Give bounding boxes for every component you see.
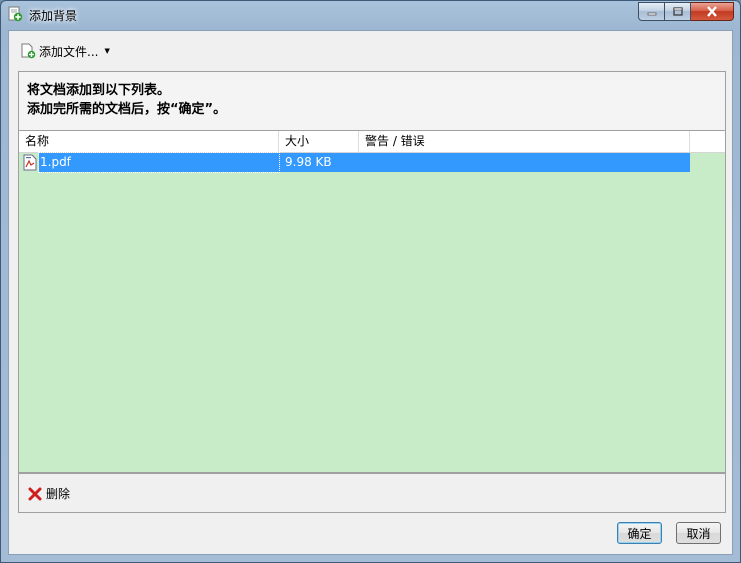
toolbar: 添加文件... ▼	[9, 31, 732, 69]
delete-icon	[28, 487, 42, 500]
file-name: 1.pdf	[38, 152, 280, 173]
pdf-file-icon	[23, 154, 37, 171]
add-background-dialog: 添加背景 添加文件... ▼ 将文档添加到以下列表。 添加完所需的文档后，按“确…	[0, 0, 741, 563]
instruction-line-1: 将文档添加到以下列表。	[27, 83, 171, 98]
add-files-button[interactable]: 添加文件... ▼	[20, 41, 110, 61]
chevron-down-icon[interactable]: ▼	[104, 47, 109, 55]
list-header: 名称 大小 警告 / 错误	[19, 131, 725, 153]
caption-buttons	[638, 2, 734, 21]
column-header-name[interactable]: 名称	[19, 131, 279, 153]
file-size: 9.98 KB	[285, 155, 332, 169]
column-header-warnings[interactable]: 警告 / 错误	[359, 131, 690, 153]
minimize-icon	[647, 12, 656, 15]
cancel-button[interactable]: 取消	[676, 522, 721, 544]
instructions-panel: 将文档添加到以下列表。 添加完所需的文档后，按“确定”。	[18, 71, 726, 130]
close-button[interactable]	[691, 2, 734, 21]
ok-button[interactable]: 确定	[617, 522, 662, 544]
delete-button[interactable]: 删除	[28, 485, 70, 502]
close-icon	[707, 6, 717, 17]
maximize-icon	[672, 6, 683, 16]
list-actions-bar: 删除	[18, 473, 726, 513]
title-bar[interactable]: 添加背景	[1, 1, 740, 27]
instruction-line-2: 添加完所需的文档后，按“确定”。	[27, 102, 227, 117]
column-header-size[interactable]: 大小	[279, 131, 359, 153]
window-title: 添加背景	[29, 9, 78, 23]
file-list[interactable]: 名称 大小 警告 / 错误 1.pdf 9.98 KB	[18, 130, 726, 473]
delete-label: 删除	[46, 487, 71, 501]
add-files-label: 添加文件...	[39, 44, 99, 59]
add-document-icon	[8, 6, 23, 22]
add-file-icon	[21, 43, 36, 59]
list-item[interactable]: 1.pdf 9.98 KB	[19, 152, 690, 173]
maximize-button[interactable]	[665, 2, 691, 21]
minimize-button[interactable]	[638, 2, 665, 21]
dialog-body: 添加文件... ▼ 将文档添加到以下列表。 添加完所需的文档后，按“确定”。 名…	[8, 30, 733, 555]
